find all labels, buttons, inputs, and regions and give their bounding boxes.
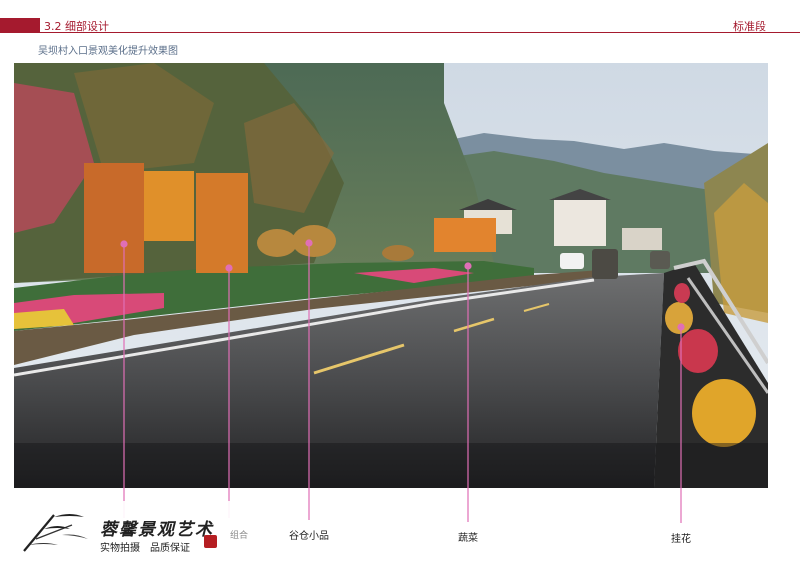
landscape-rendering <box>14 63 768 488</box>
watermark-title: 蓉馨景观艺术 <box>100 520 214 540</box>
callout-label-granary: 谷仓小品 <box>289 531 329 542</box>
header-rule <box>0 32 800 33</box>
watermark-subtitle: 实物拍摄 品质保证 <box>100 539 200 554</box>
bamboo-painting-icon <box>23 514 88 552</box>
corner-label: 标准段 <box>733 20 766 33</box>
callout-label-vegetables: 蔬菜 <box>458 533 478 544</box>
callout-label-partial: 组合 <box>230 531 249 541</box>
watermark-sub-1: 实物拍摄 <box>100 543 140 554</box>
red-seal-icon <box>204 535 217 548</box>
watermark-sub-2: 品质保证 <box>150 543 190 554</box>
watermark-overlay: 蓉馨景观艺术 实物拍摄 品质保证 组合 <box>8 501 252 557</box>
page-subtitle: 吴坝村入口景观美化提升效果图 <box>38 46 178 57</box>
section-title: 3.2 细部设计 <box>44 20 109 33</box>
header-bar <box>0 18 800 34</box>
rendering-image <box>14 63 768 488</box>
callout-label-hanging-flowers: 挂花 <box>671 534 691 545</box>
header-accent-tab <box>0 18 40 32</box>
